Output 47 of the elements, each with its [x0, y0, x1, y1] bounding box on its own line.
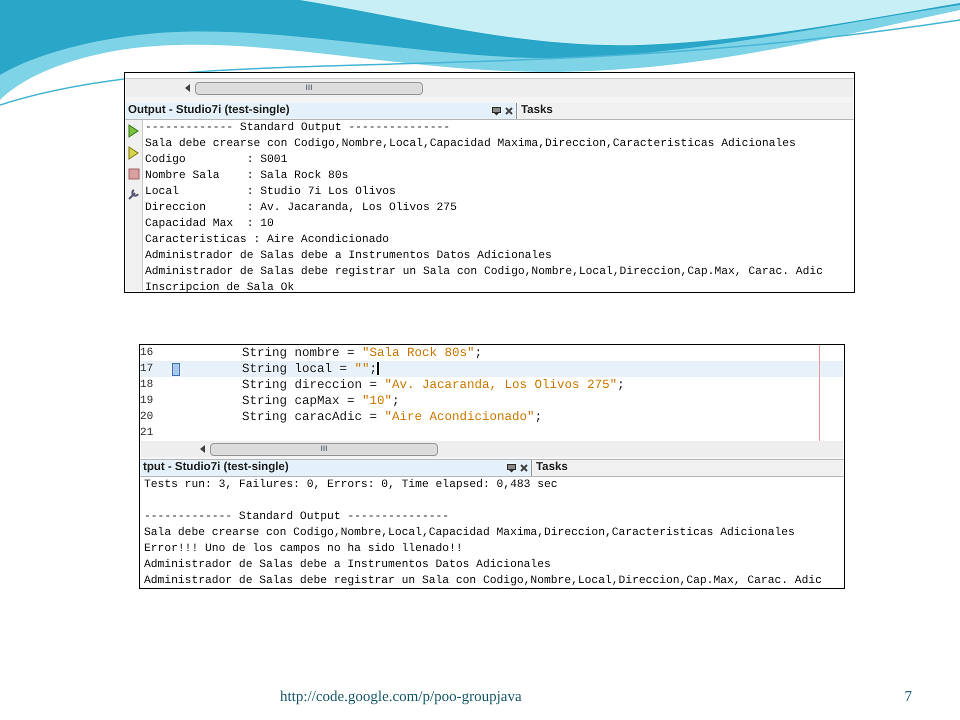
output-line: Inscripcion de Sala Ok — [145, 280, 296, 292]
tasks-tab[interactable]: Tasks — [532, 460, 844, 476]
close-icon[interactable] — [520, 464, 528, 472]
output-line: Sala debe crearse con Codigo,Nombre,Local,Capacidad Maxima,Direccion,Caracteristicas Adicionales — [145, 136, 797, 152]
output-line: Local : Studio 7i Los Olivos — [145, 184, 397, 200]
code-line: String nombre = "Sala Rock 80s"; — [242, 345, 482, 362]
code-line: String caracAdic = "Aire Acondicionado"; — [242, 408, 542, 426]
line-number: 17 — [140, 362, 154, 377]
output-tab[interactable]: Output - Studio7i (test-single) — [125, 103, 517, 119]
rerun-icon[interactable] — [128, 146, 140, 160]
output-line: Administrador de Salas debe a Instrumentos Datos Adicionales — [145, 248, 553, 264]
scrollbar-thumb[interactable]: III — [195, 82, 423, 94]
output-line: Direccion : Av. Jacaranda, Los Olivos 275 — [145, 200, 458, 216]
output-line: Caracteristicas : Aire Acondicionado — [145, 232, 390, 248]
wrench-icon[interactable] — [127, 188, 140, 201]
line-number: 21 — [140, 426, 154, 441]
output-line: Capacidad Max : 10 — [145, 216, 275, 232]
output-line: Nombre Sala : Sala Rock 80s — [145, 168, 350, 184]
output-line: Codigo : S001 — [145, 152, 288, 168]
output-line: Administrador de Salas debe registrar un Sala con Codigo,Nombre,Local,Direccion,Cap.Max, Carac. Adic — [145, 264, 824, 280]
page-number: 7 — [904, 688, 912, 707]
line-number: 16 — [140, 346, 154, 361]
scroll-left-arrow-icon[interactable] — [185, 84, 191, 92]
line-number: 20 — [140, 410, 154, 425]
rerun-icon[interactable] — [128, 124, 140, 138]
text-cursor — [377, 362, 380, 375]
line-number: 19 — [140, 394, 154, 409]
scroll-left-arrow-icon[interactable] — [200, 445, 206, 453]
output-line: ------------- Standard Output --------------- — [144, 510, 450, 525]
code-line: String local = ""; — [242, 360, 380, 378]
output-line: Administrador de Salas debe a Instrumentos Datos Adicionales — [144, 558, 552, 573]
scrollbar-thumb[interactable]: III — [210, 442, 438, 456]
code-line: String capMax = "10"; — [242, 392, 400, 410]
output-line: Sala debe crearse con Codigo,Nombre,Local,Capacidad Maxima,Direccion,Caracteristicas Adicionales — [144, 526, 796, 541]
output-line: Administrador de Salas debe registrar un Sala con Codigo,Nombre,Local,Direccion,Cap.Max, Carac. Adic — [144, 574, 823, 588]
minimize-icon[interactable] — [507, 464, 516, 472]
output-line: Tests run: 3, Failures: 0, Errors: 0, Time elapsed: 0,483 sec — [144, 478, 559, 493]
close-icon[interactable] — [505, 107, 513, 115]
url-link[interactable]: http://code.google.com/p/poo-groupjava — [280, 686, 522, 708]
minimize-icon[interactable] — [492, 106, 501, 116]
output-line: Error!!! Uno de los campos no ha sido llenado!! — [144, 542, 464, 557]
code-line: String direccion = "Av. Jacaranda, Los Olivos 275"; — [242, 376, 625, 394]
line-number: 18 — [140, 378, 154, 393]
output-tab[interactable]: tput - Studio7i (test-single) — [140, 460, 532, 476]
tasks-tab[interactable]: Tasks — [517, 103, 854, 119]
output-line: ------------- Standard Output --------------- — [145, 120, 452, 136]
stop-icon[interactable] — [128, 168, 140, 180]
